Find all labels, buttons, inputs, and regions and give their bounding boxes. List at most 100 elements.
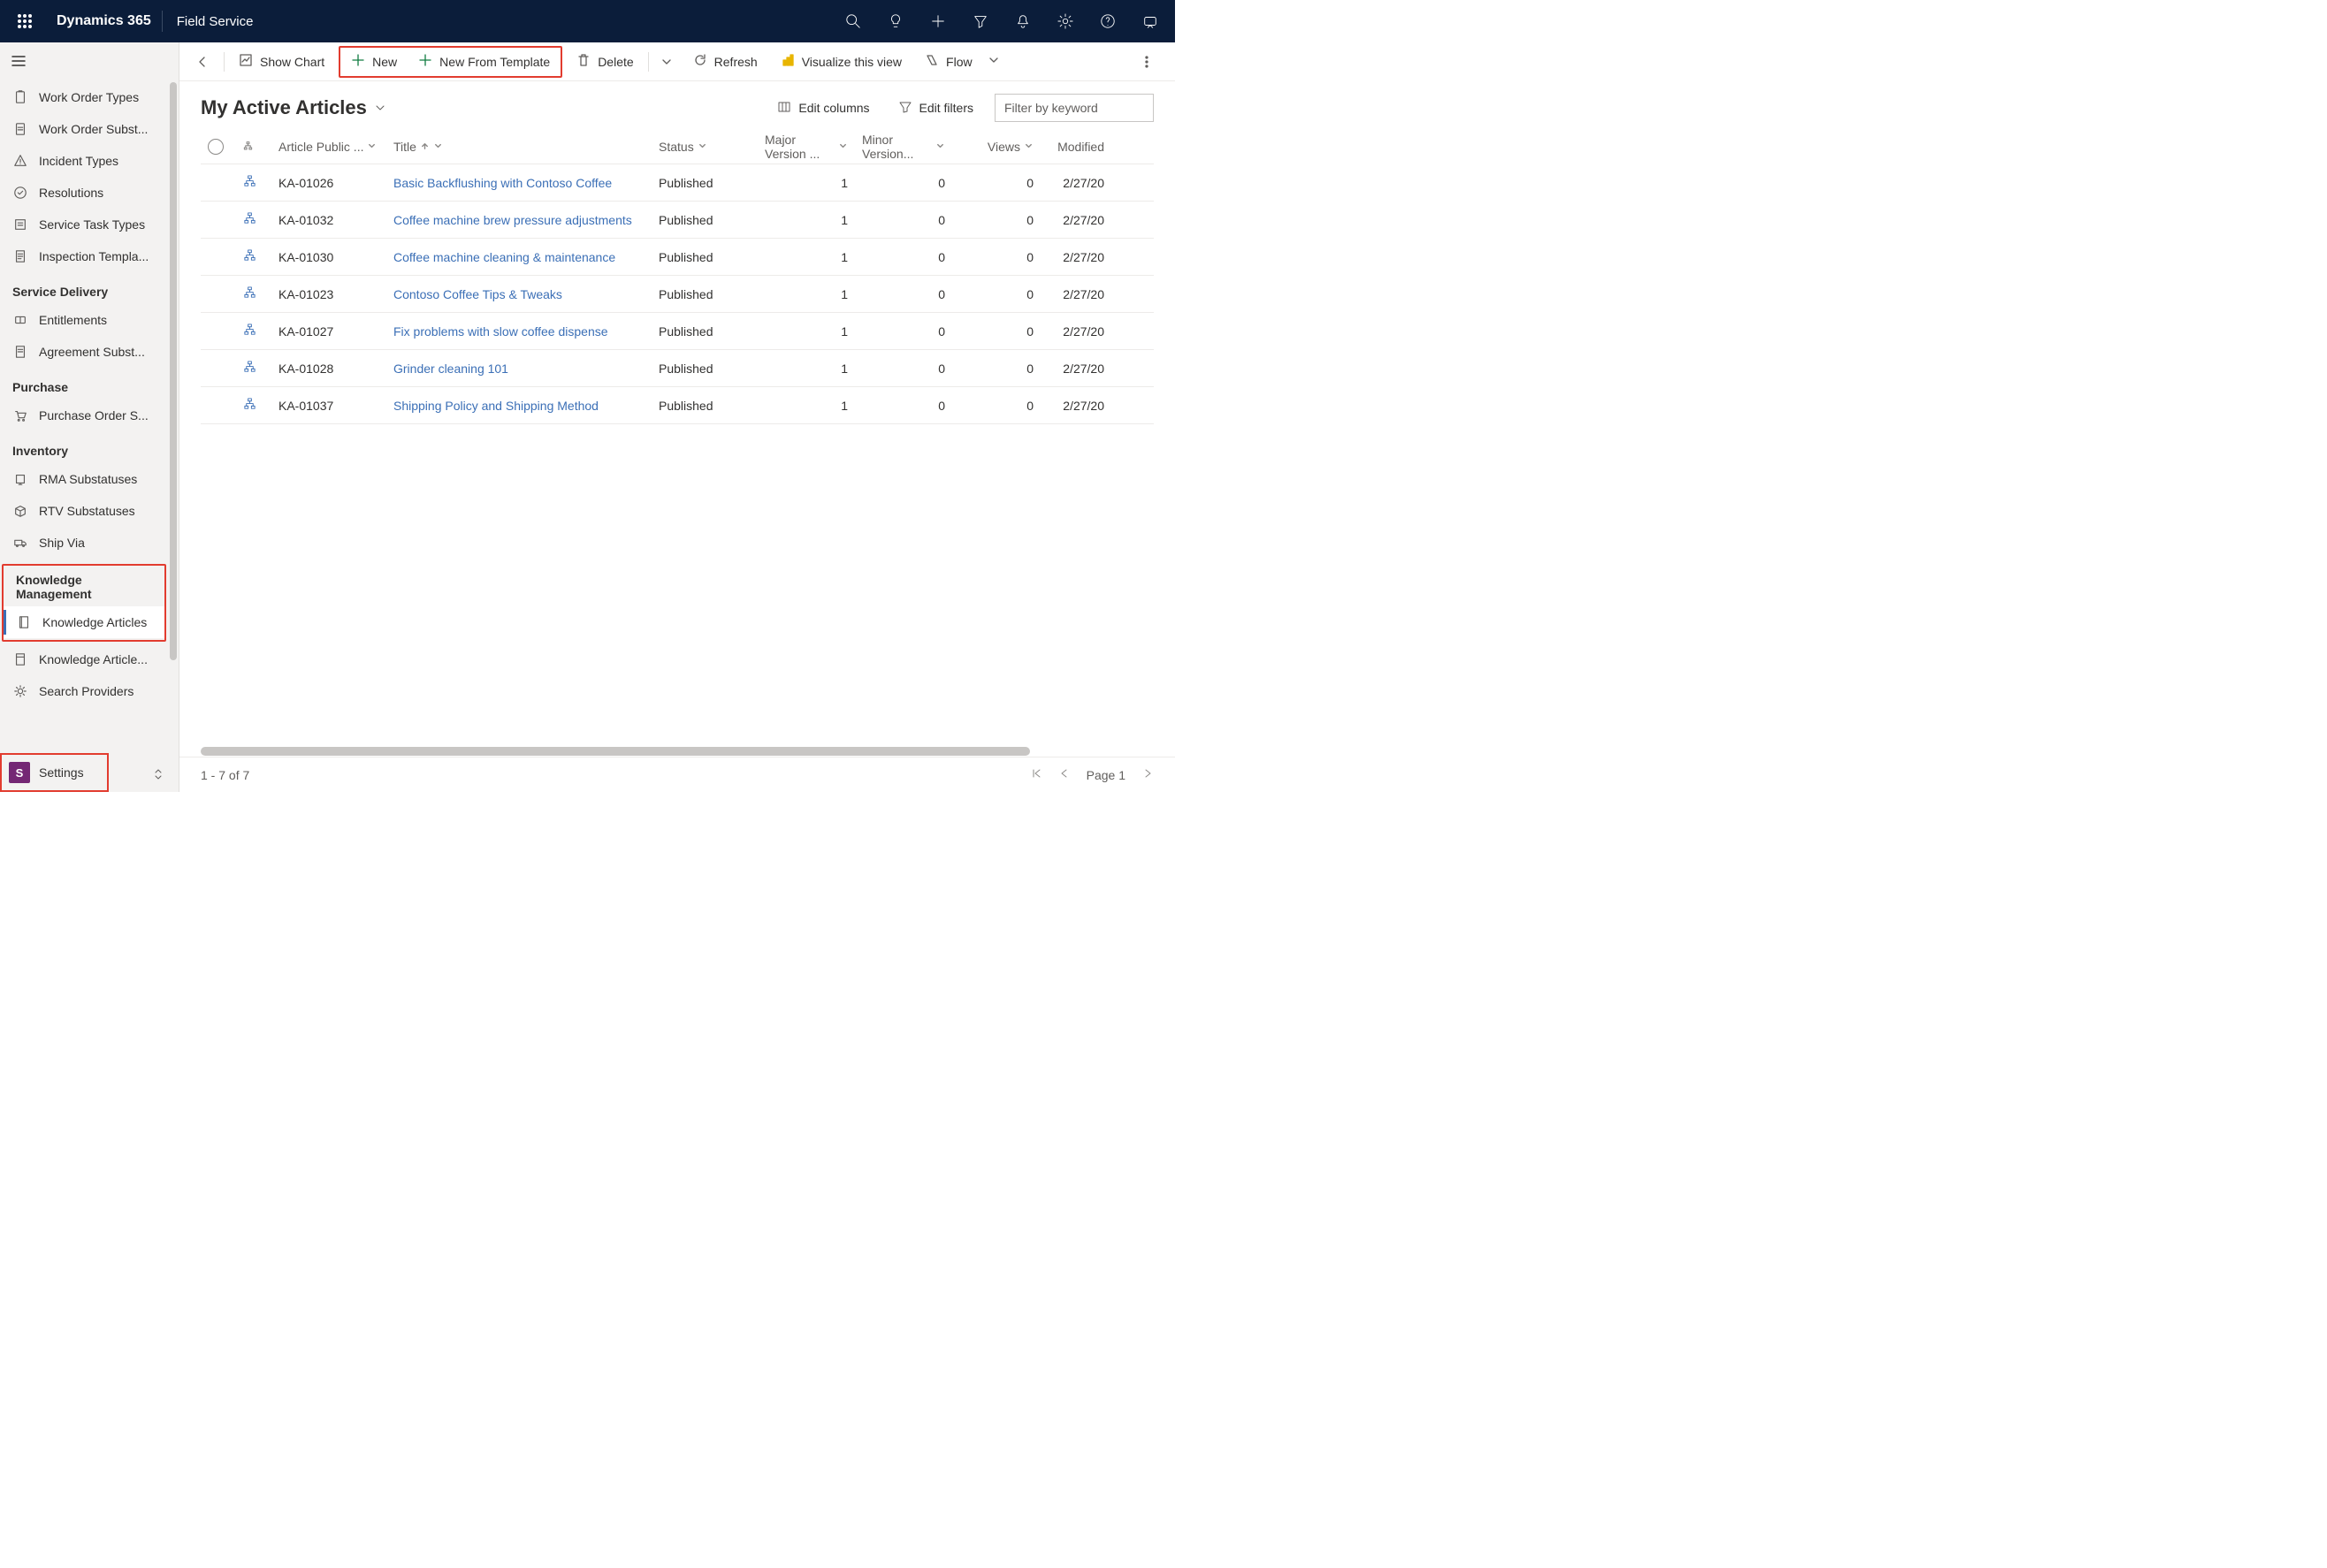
table-row[interactable]: KA-01030Coffee machine cleaning & mainte… [201, 239, 1154, 276]
back-button[interactable] [185, 48, 220, 76]
sidebar-item-work-order-subst[interactable]: Work Order Subst... [0, 113, 168, 145]
more-commands-button[interactable] [1129, 48, 1164, 76]
hierarchy-icon[interactable] [243, 249, 256, 265]
assistant-icon[interactable] [1129, 0, 1171, 42]
brand-label[interactable]: Dynamics 365 [46, 13, 162, 29]
search-icon[interactable] [832, 0, 874, 42]
prev-page-button[interactable] [1058, 767, 1071, 782]
cmd-label: Visualize this view [802, 55, 902, 69]
col-title[interactable]: Title [386, 140, 652, 154]
table-row[interactable]: KA-01037Shipping Policy and Shipping Met… [201, 387, 1154, 424]
col-major-version[interactable]: Major Version ... [758, 133, 855, 161]
sidebar-scrollbar[interactable] [170, 81, 179, 753]
col-article-public[interactable]: Article Public ... [271, 140, 386, 154]
new-button[interactable]: New [340, 48, 408, 76]
title-link[interactable]: Coffee machine cleaning & maintenance [393, 250, 615, 264]
table-row[interactable]: KA-01026 Basic Backflushing with Contoso … [201, 164, 1154, 202]
sidebar-item-label: Search Providers [39, 684, 134, 698]
cell-pub: KA-01032 [271, 213, 386, 227]
plus-icon [351, 53, 365, 70]
cell-modified: 2/27/20 [1041, 362, 1111, 376]
return-icon [12, 471, 28, 487]
next-page-button[interactable] [1141, 767, 1154, 782]
col-label: Minor Version... [862, 133, 932, 161]
flow-button[interactable]: Flow [914, 48, 1011, 76]
area-switcher[interactable]: S Settings [0, 753, 109, 792]
select-all[interactable] [201, 139, 236, 155]
lightbulb-icon[interactable] [874, 0, 917, 42]
sidebar-item-ship-via[interactable]: Ship Via [0, 527, 168, 559]
title-link[interactable]: Grinder cleaning 101 [393, 362, 508, 376]
chevron-down-icon [987, 53, 1001, 70]
title-link[interactable]: Basic Backflushing with Contoso Coffee [393, 176, 612, 190]
sidebar-item-incident-types[interactable]: Incident Types [0, 145, 168, 177]
help-icon[interactable] [1087, 0, 1129, 42]
sidebar-item-service-task-types[interactable]: Service Task Types [0, 209, 168, 240]
ticket-icon [12, 312, 28, 328]
app-launcher-icon[interactable] [4, 0, 46, 42]
table-row[interactable]: KA-01027 Fix problems with slow coffee di… [201, 313, 1154, 350]
table-row[interactable]: KA-01023Contoso Coffee Tips & TweaksPubl… [201, 276, 1154, 313]
cell-minor: 0 [855, 324, 952, 339]
new-from-template-button[interactable]: New From Template [408, 48, 561, 76]
delete-split-chevron[interactable] [652, 48, 681, 76]
col-modified[interactable]: Modified [1041, 140, 1111, 154]
cell-minor: 0 [855, 176, 952, 190]
hierarchy-col-header[interactable] [236, 141, 271, 151]
edit-columns-button[interactable]: Edit columns [770, 96, 876, 120]
table-row[interactable]: KA-01032 Coffee machine brew pressure adj… [201, 202, 1154, 239]
filter-icon[interactable] [959, 0, 1002, 42]
col-label: Modified [1057, 140, 1104, 154]
gear-icon[interactable] [1044, 0, 1087, 42]
hierarchy-icon[interactable] [243, 212, 256, 228]
page-label: Page 1 [1087, 768, 1125, 782]
cell-modified: 2/27/20 [1041, 287, 1111, 301]
first-page-button[interactable] [1030, 767, 1042, 782]
chevron-down-icon [935, 140, 945, 154]
show-chart-button[interactable]: Show Chart [228, 48, 335, 76]
sidebar-item-agreement-subst[interactable]: Agreement Subst... [0, 336, 168, 368]
sidebar-item-rma-substatuses[interactable]: RMA Substatuses [0, 463, 168, 495]
sidebar-item-purchase-order-s[interactable]: Purchase Order S... [0, 400, 168, 431]
hierarchy-icon[interactable] [243, 323, 256, 339]
sidebar-item-inspection-templates[interactable]: Inspection Templa... [0, 240, 168, 272]
bell-icon[interactable] [1002, 0, 1044, 42]
col-minor-version[interactable]: Minor Version... [855, 133, 952, 161]
visualize-button[interactable]: Visualize this view [770, 48, 912, 76]
sidebar-item-label: Knowledge Articles [42, 615, 147, 629]
sidebar-item-rtv-substatuses[interactable]: RTV Substatuses [0, 495, 168, 527]
view-selector[interactable]: My Active Articles [201, 96, 386, 119]
hierarchy-icon[interactable] [243, 175, 256, 191]
delete-button[interactable]: Delete [566, 48, 644, 76]
area-switch-icon[interactable] [152, 768, 164, 783]
plus-icon[interactable] [917, 0, 959, 42]
cell-pub: KA-01027 [271, 324, 386, 339]
title-link[interactable]: Shipping Policy and Shipping Method [393, 399, 599, 413]
col-views[interactable]: Views [952, 140, 1041, 154]
title-link[interactable]: Fix problems with slow coffee dispense [393, 324, 608, 339]
title-link[interactable]: Coffee machine brew pressure adjustments [393, 213, 632, 227]
hierarchy-icon[interactable] [243, 398, 256, 414]
hierarchy-icon[interactable] [243, 361, 256, 377]
edit-filters-button[interactable]: Edit filters [891, 96, 980, 120]
module-label[interactable]: Field Service [163, 14, 268, 29]
sidebar-item-knowledge-articles[interactable]: Knowledge Articles [4, 606, 164, 638]
title-link[interactable]: Contoso Coffee Tips & Tweaks [393, 287, 562, 301]
sidebar-item-label: Resolutions [39, 186, 103, 200]
refresh-button[interactable]: Refresh [683, 48, 768, 76]
cell-pub: KA-01026 [271, 176, 386, 190]
hamburger-icon[interactable] [11, 53, 27, 72]
col-status[interactable]: Status [652, 140, 758, 154]
sidebar-item-entitlements[interactable]: Entitlements [0, 304, 168, 336]
sidebar-item-resolutions[interactable]: Resolutions [0, 177, 168, 209]
sidebar-item-knowledge-article-templates[interactable]: Knowledge Article... [0, 643, 168, 675]
table-row[interactable]: KA-01028Grinder cleaning 101Published100… [201, 350, 1154, 387]
cell-major: 1 [758, 362, 855, 376]
hierarchy-icon[interactable] [243, 286, 256, 302]
sidebar-item-search-providers[interactable]: Search Providers [0, 675, 168, 707]
grid-horizontal-scrollbar[interactable] [201, 746, 1154, 757]
filter-keyword-input[interactable] [995, 94, 1154, 122]
cell-status: Published [652, 362, 758, 376]
sidebar-item-work-order-types[interactable]: Work Order Types [0, 81, 168, 113]
search-input[interactable] [1004, 101, 1144, 115]
